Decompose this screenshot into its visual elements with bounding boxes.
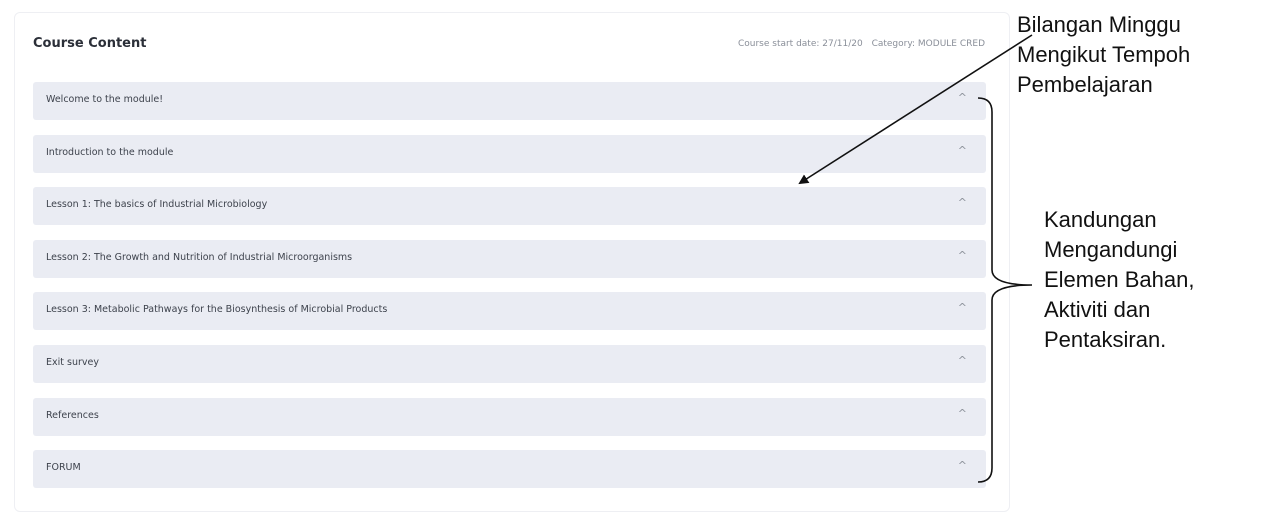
annotation-line: Elemen Bahan, xyxy=(1044,267,1195,292)
annotation-content-elements: Kandungan Mengandungi Elemen Bahan, Akti… xyxy=(1044,205,1274,355)
annotation-line: Pentaksiran. xyxy=(1044,327,1167,352)
annotation-line: Pembelajaran xyxy=(1017,72,1153,97)
annotation-line: Mengikut Tempoh xyxy=(1017,42,1191,67)
annotation-week-duration: Bilangan Minggu Mengikut Tempoh Pembelaj… xyxy=(1017,10,1277,100)
annotation-brace xyxy=(977,97,1033,483)
annotation-line: Aktiviti dan xyxy=(1044,297,1151,322)
annotation-arrow xyxy=(798,34,1033,185)
annotation-line: Kandungan xyxy=(1044,207,1157,232)
annotation-line: Mengandungi xyxy=(1044,237,1178,262)
annotation-line: Bilangan Minggu xyxy=(1017,12,1181,37)
